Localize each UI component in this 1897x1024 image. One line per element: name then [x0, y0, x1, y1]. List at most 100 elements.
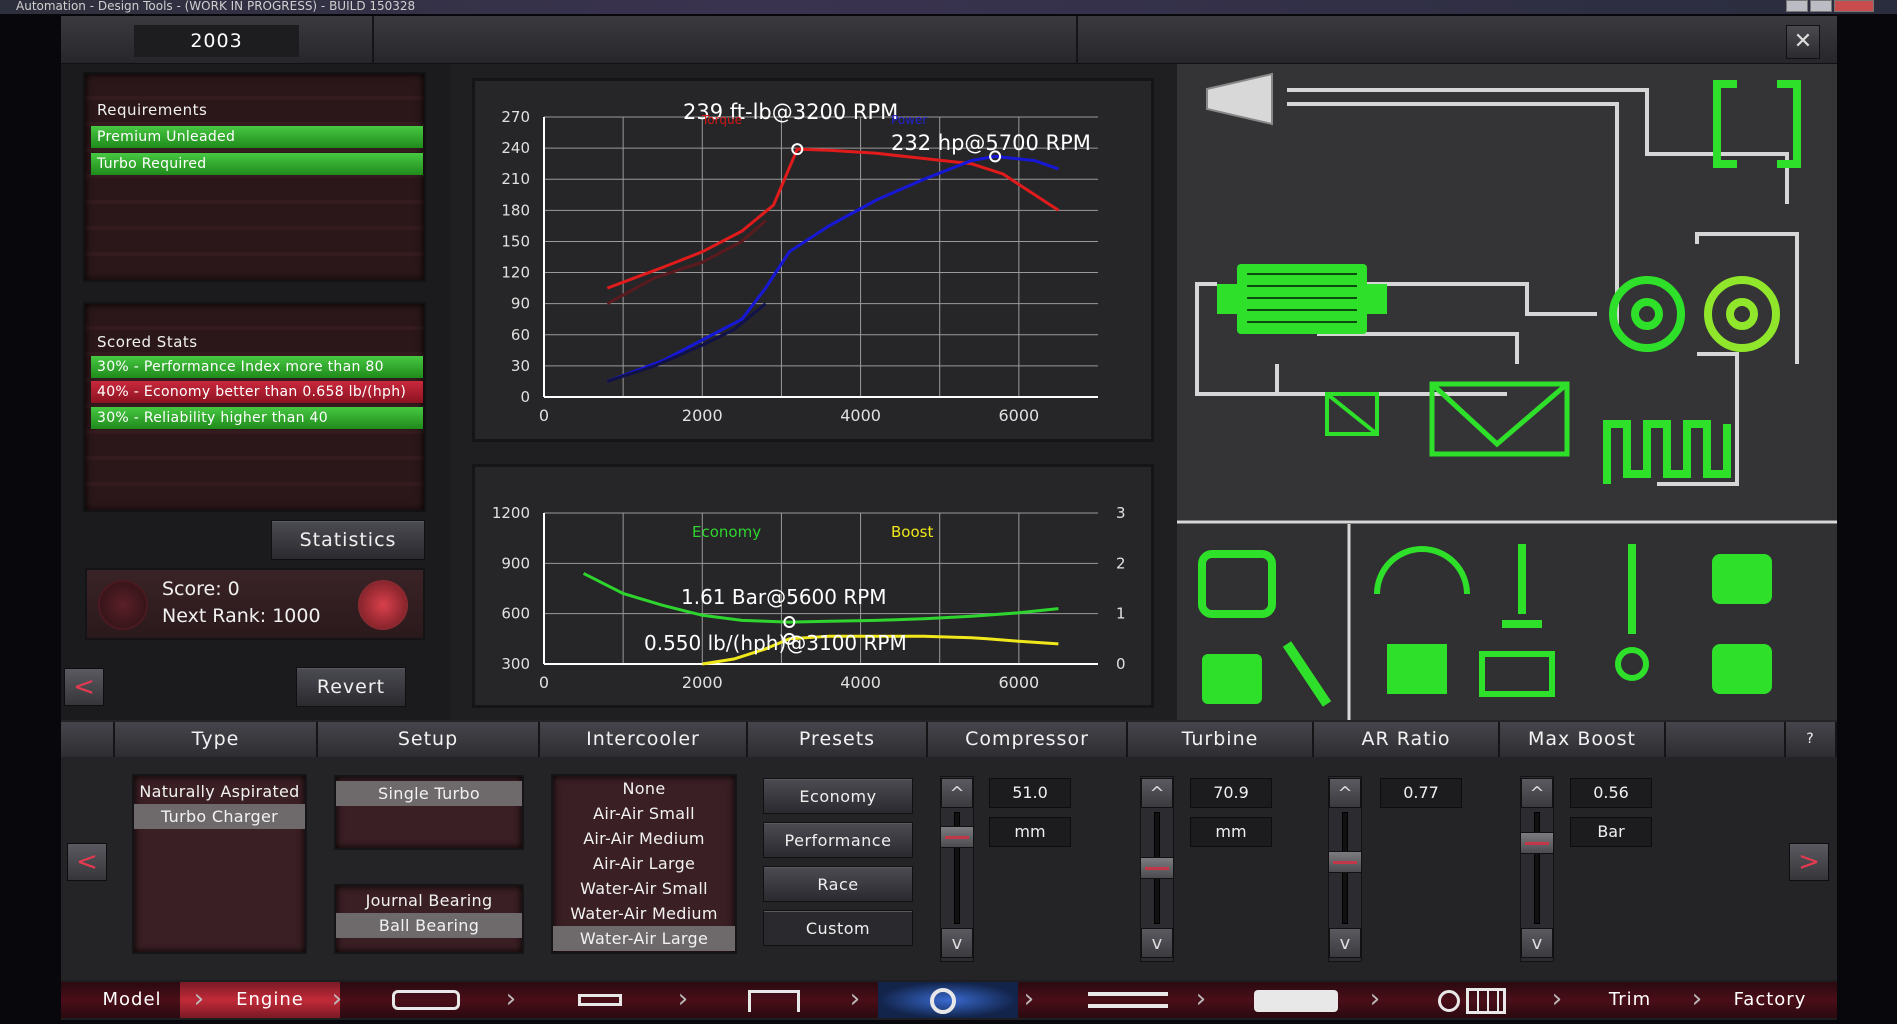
- column-header-presets: Presets: [748, 722, 928, 757]
- intercooler-option[interactable]: Water-Air Small: [553, 876, 735, 901]
- y2-tick-label: 2: [1116, 554, 1126, 572]
- y2-tick-label: 1: [1116, 605, 1126, 623]
- column-header-setup: Setup: [318, 722, 540, 757]
- type-option-selected[interactable]: Turbo Charger: [134, 804, 305, 829]
- max-boost-up-button[interactable]: ^: [1521, 778, 1553, 808]
- y2-tick-label: 0: [1116, 655, 1126, 673]
- window-close-icon[interactable]: [1834, 0, 1874, 12]
- column-header-turbine: Turbine: [1128, 722, 1314, 757]
- rank-right-icon: [358, 580, 408, 630]
- x-tick-label: 0: [539, 673, 549, 692]
- compressor-slider-thumb[interactable]: [940, 825, 974, 848]
- turbine-up-button[interactable]: ^: [1141, 778, 1173, 808]
- divider: [1076, 16, 1078, 64]
- nav-engine[interactable]: Engine: [210, 984, 330, 1016]
- revert-button[interactable]: Revert: [296, 667, 406, 707]
- y-tick-label: 150: [501, 232, 530, 250]
- nav-trim[interactable]: Trim: [1570, 984, 1690, 1016]
- scored-stat-item: 30% - Reliability higher than 40: [91, 407, 423, 429]
- max-boost-slider-thumb[interactable]: [1520, 832, 1554, 855]
- y-tick-label: 300: [501, 655, 530, 673]
- nav-chevron-icon: ›: [677, 984, 689, 1014]
- series-line-power: [606, 154, 1059, 383]
- intercooler-option[interactable]: Air-Air Small: [553, 801, 735, 826]
- nav-valvetrain-icon[interactable]: [748, 990, 800, 1012]
- x-tick-label: 2000: [682, 673, 723, 692]
- close-button[interactable]: ✕: [1786, 25, 1820, 59]
- compressor-unit: mm: [989, 817, 1071, 847]
- intercooler-option[interactable]: Air-Air Medium: [553, 826, 735, 851]
- intercooler-option[interactable]: Air-Air Large: [553, 851, 735, 876]
- setup-option-selected[interactable]: Single Turbo: [336, 781, 522, 806]
- ar-ratio-down-button[interactable]: v: [1329, 928, 1361, 958]
- preset-race-button[interactable]: Race: [763, 866, 913, 902]
- x-tick-label: 4000: [840, 673, 881, 692]
- compressor-up-button[interactable]: ^: [941, 778, 973, 808]
- divider: [372, 16, 374, 64]
- help-button[interactable]: ?: [1786, 722, 1837, 757]
- y-tick-label: 210: [501, 170, 530, 188]
- preset-performance-button[interactable]: Performance: [763, 822, 913, 858]
- column-header-ar-ratio: AR Ratio: [1314, 722, 1500, 757]
- statistics-button[interactable]: Statistics: [271, 520, 425, 560]
- bearing-option[interactable]: Journal Bearing: [336, 888, 522, 913]
- y-tick-label: 270: [501, 108, 530, 126]
- turbine-unit: mm: [1190, 817, 1272, 847]
- turbine-down-button[interactable]: v: [1141, 928, 1173, 958]
- compressor-down-button[interactable]: v: [941, 928, 973, 958]
- turbine-slider-thumb[interactable]: [1140, 857, 1174, 879]
- nav-chevron-icon: ›: [193, 984, 205, 1014]
- rank-left-icon: [98, 580, 148, 630]
- piston-alt-icon: [1712, 644, 1772, 694]
- y-tick-label: 120: [501, 264, 530, 282]
- nav-fuel-icon[interactable]: [1088, 992, 1168, 1008]
- nav-chevron-icon: ›: [849, 984, 861, 1014]
- nav-chevron-icon: ›: [1691, 984, 1703, 1014]
- setup-list: Single Turbo: [334, 775, 524, 850]
- intercooler-option[interactable]: Water-Air Medium: [553, 901, 735, 926]
- nav-factory[interactable]: Factory: [1710, 984, 1830, 1016]
- intercooler-option-selected[interactable]: Water-Air Large: [553, 926, 735, 951]
- back-arrow-button[interactable]: <: [64, 668, 104, 706]
- torque-series-tag: Torque: [702, 113, 742, 127]
- x-tick-label: 4000: [840, 406, 881, 425]
- minimize-icon[interactable]: [1786, 0, 1808, 12]
- ar-ratio-value: 0.77: [1380, 778, 1462, 808]
- ar-ratio-slider-thumb[interactable]: [1328, 851, 1362, 874]
- nav-exhaust-icon[interactable]: [1254, 990, 1338, 1012]
- y-tick-label: 90: [511, 295, 530, 313]
- type-option[interactable]: Naturally Aspirated: [134, 779, 305, 804]
- column-header-spacer: [1666, 722, 1786, 757]
- max-boost-down-button[interactable]: v: [1521, 928, 1553, 958]
- nav-chevron-icon: ›: [1023, 984, 1035, 1014]
- scored-stat-item: 30% - Performance Index more than 80: [91, 356, 423, 378]
- ignition-icon: [1202, 654, 1262, 704]
- intercooler-option[interactable]: None: [553, 776, 735, 801]
- nav-block-icon[interactable]: [392, 990, 460, 1010]
- nav-dyno-icon[interactable]: [1438, 990, 1460, 1012]
- requirement-item: Turbo Required: [91, 153, 423, 175]
- bearing-option-selected[interactable]: Ball Bearing: [336, 913, 522, 938]
- y-tick-label: 240: [501, 139, 530, 157]
- intercooler-icon: [1217, 264, 1387, 334]
- preset-custom-button[interactable]: Custom: [763, 910, 913, 946]
- nav-grid-icon[interactable]: [1466, 988, 1506, 1014]
- nav-model[interactable]: Model: [72, 984, 192, 1016]
- score-text: Score: 0: [162, 578, 240, 600]
- intercooler-list: None Air-Air Small Air-Air Medium Air-Ai…: [551, 774, 737, 954]
- scored-stat-item: 40% - Economy better than 0.658 lb/(hph): [91, 381, 423, 403]
- column-header-max-boost: Max Boost: [1500, 722, 1666, 757]
- exhaust-manifold-icon: [1603, 420, 1731, 484]
- y-tick-label: 180: [501, 201, 530, 219]
- prev-page-button[interactable]: <: [67, 843, 107, 881]
- window-title: Automation - Design Tools - (WORK IN PRO…: [0, 0, 1897, 14]
- preset-economy-button[interactable]: Economy: [763, 778, 913, 814]
- y-tick-label: 30: [511, 357, 530, 375]
- nav-crank-icon[interactable]: [578, 994, 622, 1006]
- nav-turbo-icon[interactable]: [930, 988, 956, 1014]
- economy-best-label: 0.550 lb/(hph)@3100 RPM: [644, 631, 907, 655]
- maximize-icon[interactable]: [1810, 0, 1832, 12]
- next-page-button[interactable]: >: [1789, 843, 1829, 881]
- ar-ratio-up-button[interactable]: ^: [1329, 778, 1361, 808]
- column-header-spacer: [61, 722, 115, 757]
